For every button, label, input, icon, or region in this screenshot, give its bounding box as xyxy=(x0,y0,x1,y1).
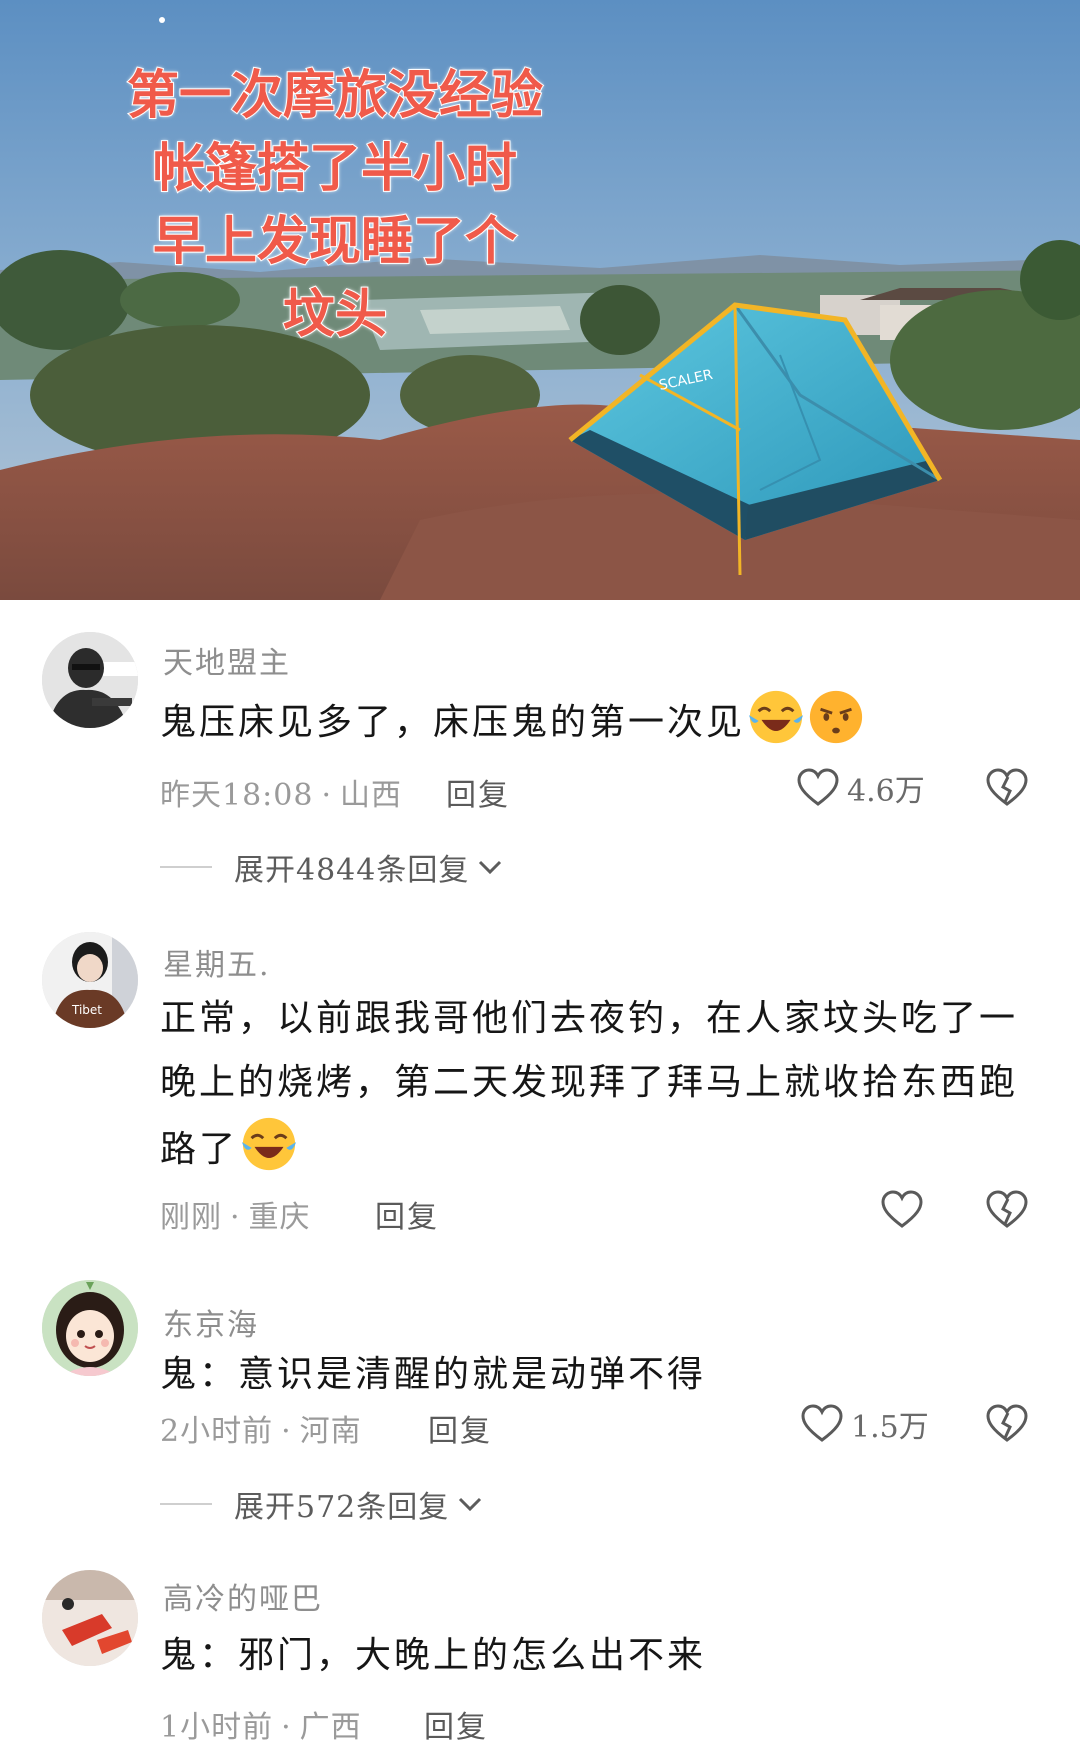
comment-meta: 刚刚 · 重庆 xyxy=(160,1192,311,1236)
like-button[interactable] xyxy=(881,1188,923,1232)
like-button[interactable]: 4.6万 xyxy=(797,766,925,810)
divider-line xyxy=(160,1503,212,1505)
post-caption: 第一次摩旅没经验 帐篷搭了半小时 早上发现睡了个 坟头 xyxy=(110,60,560,352)
avatar[interactable] xyxy=(42,632,138,728)
divider-line xyxy=(160,866,212,868)
comment-text-content: 鬼：邪门，大晚上的怎么出不来 xyxy=(160,1635,707,1676)
laughing-crying-emoji xyxy=(241,1117,297,1171)
comment-text-content: 鬼：意识是清醒的就是动弹不得 xyxy=(160,1354,707,1395)
reply-button[interactable]: 回复 xyxy=(446,770,510,814)
dislike-heart-icon[interactable] xyxy=(985,766,1029,810)
comment-item: 高冷的哑巴 鬼：邪门，大晚上的怎么出不来 1小时前 · 广西 回复 xyxy=(0,1560,1080,1742)
laughing-crying-emoji xyxy=(748,690,804,744)
username[interactable]: 星期五. xyxy=(163,940,271,984)
like-count: 1.5万 xyxy=(851,1410,929,1445)
post-image[interactable]: SCALER 第一次摩旅没经验 帐篷搭了半小时 早上发现睡了个 坟头 xyxy=(0,0,1080,600)
smirk-emoji xyxy=(809,690,863,744)
dislike-heart-icon[interactable] xyxy=(985,1402,1029,1446)
avatar[interactable] xyxy=(42,1280,138,1376)
username[interactable]: 东京海 xyxy=(163,1300,259,1344)
comment-text: 鬼：邪门，大晚上的怎么出不来 xyxy=(160,1624,1040,1688)
expand-replies-label: 展开572条回复 xyxy=(234,1490,450,1525)
svg-text:Tibet: Tibet xyxy=(71,1003,102,1017)
comment-time: 刚刚 xyxy=(160,1200,222,1235)
heart-icon xyxy=(881,1190,923,1228)
comment-location: 重庆 xyxy=(248,1200,311,1235)
comment-time: 昨天18:08 xyxy=(160,778,314,813)
heart-icon xyxy=(801,1404,843,1442)
meta-separator: · xyxy=(281,1710,292,1742)
expand-replies-button[interactable]: 展开572条回复 xyxy=(160,1482,483,1526)
meta-separator: · xyxy=(321,778,333,813)
chevron-down-icon xyxy=(459,1497,482,1512)
comment-text: 正常，以前跟我哥他们去夜钓，在人家坟头吃了一晚上的烧烤，第二天发现拜了拜马上就收… xyxy=(160,987,1040,1182)
caption-line: 早上发现睡了个 xyxy=(152,211,518,273)
reply-button[interactable]: 回复 xyxy=(375,1192,439,1236)
caption-line: 坟头 xyxy=(282,284,388,346)
comment-time: 1小时前 xyxy=(160,1710,274,1742)
comment-location: 山西 xyxy=(340,778,403,813)
comment-text-content: 鬼压床见多了，床压鬼的第一次见 xyxy=(160,702,746,743)
comment-item: 天地盟主 鬼压床见多了，床压鬼的第一次见 昨天18:08 · 山西 回复 4.6万 xyxy=(0,600,1080,920)
like-button[interactable]: 1.5万 xyxy=(801,1402,929,1446)
comment-text: 鬼：意识是清醒的就是动弹不得 xyxy=(160,1343,1040,1407)
comment-text: 鬼压床见多了，床压鬼的第一次见 xyxy=(160,688,1040,755)
avatar[interactable] xyxy=(42,1570,138,1666)
caption-line: 第一次摩旅没经验 xyxy=(126,65,544,127)
reply-button[interactable]: 回复 xyxy=(428,1406,492,1450)
comment-location: 广西 xyxy=(299,1710,362,1742)
avatar[interactable]: Tibet xyxy=(42,932,138,1028)
expand-replies-label: 展开4844条回复 xyxy=(234,853,470,888)
meta-separator: · xyxy=(230,1200,241,1235)
comment-location: 河南 xyxy=(299,1414,362,1449)
comment-time: 2小时前 xyxy=(160,1414,274,1449)
comment-meta: 2小时前 · 河南 xyxy=(160,1406,362,1450)
dislike-heart-icon[interactable] xyxy=(985,1188,1029,1232)
comment-meta: 昨天18:08 · 山西 xyxy=(160,770,402,814)
chevron-down-icon xyxy=(479,860,502,875)
meta-separator: · xyxy=(281,1414,292,1449)
caption-line: 帐篷搭了半小时 xyxy=(152,138,518,200)
comment-item: 东京海 鬼：意识是清醒的就是动弹不得 2小时前 · 河南 回复 1.5万 展开572… xyxy=(0,1260,1080,1560)
username[interactable]: 天地盟主 xyxy=(163,638,291,682)
username[interactable]: 高冷的哑巴 xyxy=(163,1574,323,1618)
comment-item: Tibet 星期五. 正常，以前跟我哥他们去夜钓，在人家坟头吃了一晚上的烧烤，第… xyxy=(0,920,1080,1260)
reply-button[interactable]: 回复 xyxy=(424,1702,488,1742)
expand-replies-button[interactable]: 展开4844条回复 xyxy=(160,845,503,889)
heart-icon xyxy=(797,768,839,806)
like-count: 4.6万 xyxy=(847,774,925,809)
comment-meta: 1小时前 · 广西 xyxy=(160,1702,362,1742)
